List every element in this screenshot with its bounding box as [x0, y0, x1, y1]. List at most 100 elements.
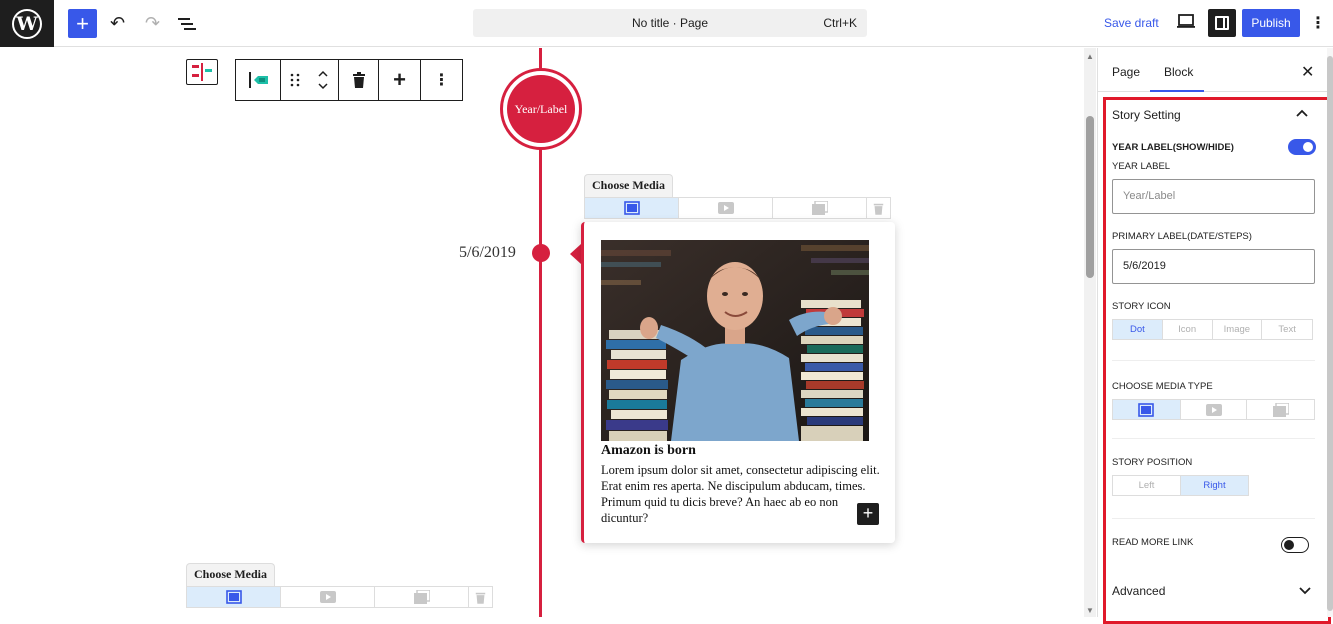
publish-button[interactable]: Publish [1242, 9, 1300, 37]
trash-icon [475, 592, 486, 604]
media-type-video[interactable] [1180, 400, 1248, 419]
scroll-down-icon[interactable]: ▼ [1085, 606, 1095, 615]
desktop-icon [1177, 14, 1195, 28]
move-controls [281, 60, 339, 100]
editor-header: W + ↶ ↷ No title · Page Ctrl+K Save draf… [0, 0, 1333, 47]
media-type-row [584, 197, 891, 219]
media-remove-button[interactable] [469, 587, 492, 607]
media-picker-title: Choose Media [186, 563, 275, 586]
sidebar-tabs: Page Block ✕ [1098, 48, 1333, 92]
active-tab-indicator [1150, 90, 1204, 92]
settings-sidebar: Page Block ✕ Story Setting YEAR LABEL(SH… [1097, 48, 1333, 624]
block-type-button[interactable] [186, 59, 218, 85]
list-view-icon [177, 17, 196, 30]
story-photo-illustration [601, 240, 869, 441]
preview-button[interactable] [1176, 11, 1198, 33]
chevron-up-icon[interactable] [1296, 109, 1308, 119]
scroll-up-icon[interactable]: ▲ [1085, 52, 1095, 61]
position-right[interactable]: Right [1181, 476, 1248, 495]
divider [1112, 360, 1315, 361]
block-options-button[interactable]: ⋮ [421, 60, 462, 100]
divider [1112, 518, 1315, 519]
story-icon-icon[interactable]: Icon [1162, 320, 1213, 339]
position-left[interactable]: Left [1113, 476, 1181, 495]
story-position-label: STORY POSITION [1112, 457, 1193, 468]
video-icon [319, 591, 336, 603]
media-type-gallery[interactable] [1247, 400, 1315, 419]
year-label-badge[interactable]: Year/Label [500, 68, 582, 150]
tab-block[interactable]: Block [1164, 65, 1193, 79]
panel-title[interactable]: Story Setting [1112, 108, 1181, 122]
media-gallery-option[interactable] [375, 587, 469, 607]
gallery-icon [811, 201, 828, 215]
drag-handle-icon[interactable] [290, 73, 300, 87]
trash-icon [873, 203, 884, 215]
media-video-option[interactable] [281, 587, 375, 607]
year-label-input[interactable]: Year/Label [1112, 179, 1315, 214]
divider [1112, 438, 1315, 439]
redo-button[interactable]: ↷ [138, 9, 167, 38]
add-inner-block-button[interactable]: + [857, 503, 879, 525]
tab-page[interactable]: Page [1112, 65, 1140, 79]
add-block-button[interactable]: + [68, 9, 97, 38]
move-up-down-icon[interactable] [317, 68, 329, 92]
document-overview-button[interactable] [172, 9, 201, 38]
story-icon-text[interactable]: Text [1262, 320, 1312, 339]
story-icon-options: Dot Icon Image Text [1112, 319, 1313, 340]
media-image-option[interactable] [187, 587, 281, 607]
undo-button[interactable]: ↶ [103, 9, 132, 38]
media-type-image[interactable] [1113, 400, 1181, 419]
gallery-icon [413, 590, 430, 604]
wordpress-logo[interactable]: W [0, 0, 54, 47]
close-icon[interactable]: ✕ [1301, 62, 1314, 82]
media-gallery-option[interactable] [773, 198, 867, 218]
canvas-scroll-thumb[interactable] [1086, 116, 1094, 278]
toggle-knob [1303, 142, 1313, 152]
image-icon [623, 201, 640, 215]
video-icon [717, 202, 734, 214]
story-dot-icon [532, 244, 550, 262]
story-icon-label: STORY ICON [1112, 301, 1171, 312]
year-label-toggle[interactable] [1288, 139, 1316, 155]
advanced-panel-toggle[interactable]: Advanced [1112, 584, 1165, 598]
read-more-toggle[interactable] [1281, 537, 1309, 553]
editor-canvas: + ⋮ Year/Label Choose Media 5/6/2019 Ama… [0, 48, 1096, 617]
year-label-field-label: YEAR LABEL [1112, 161, 1171, 172]
story-icon-dot[interactable]: Dot [1113, 320, 1163, 339]
document-title: No title · Page [631, 16, 709, 30]
delete-block-button[interactable] [339, 60, 379, 100]
story-description[interactable]: Lorem ipsum dolor sit amet, consectetur … [601, 462, 886, 526]
timeline-story-icon [249, 72, 268, 88]
story-icon-image[interactable]: Image [1212, 320, 1263, 339]
primary-label-field-label: PRIMARY LABEL(DATE/STEPS) [1112, 231, 1252, 242]
story-position-options: Left Right [1112, 475, 1249, 496]
story-card-arrow [570, 244, 581, 264]
story-image[interactable] [601, 240, 869, 441]
options-menu-button[interactable]: ⋮ [1310, 13, 1326, 33]
settings-toggle-button[interactable] [1208, 9, 1236, 37]
media-video-option[interactable] [679, 198, 773, 218]
media-remove-button[interactable] [867, 198, 890, 218]
story-title[interactable]: Amazon is born [601, 443, 696, 459]
image-icon [225, 590, 242, 604]
sidebar-scrollbar[interactable] [1327, 48, 1333, 617]
media-type-row [186, 586, 493, 608]
canvas-scrollbar[interactable]: ▲ ▼ [1084, 48, 1096, 617]
block-switcher[interactable] [236, 60, 281, 100]
primary-label-input[interactable]: 5/6/2019 [1112, 249, 1315, 284]
gallery-icon [1272, 402, 1289, 417]
command-palette-bar[interactable]: No title · Page Ctrl+K [473, 9, 867, 37]
save-draft-button[interactable]: Save draft [1104, 16, 1159, 30]
video-icon [1205, 403, 1222, 416]
chevron-down-icon[interactable] [1299, 585, 1311, 595]
toggle-knob [1284, 540, 1294, 550]
media-picker-lower: Choose Media [186, 563, 493, 608]
sidebar-scroll-thumb[interactable] [1327, 56, 1333, 611]
sidebar-icon [1215, 16, 1229, 30]
story-date-label[interactable]: 5/6/2019 [459, 244, 516, 262]
media-type-label: CHOOSE MEDIA TYPE [1112, 381, 1213, 392]
media-image-option[interactable] [585, 198, 679, 218]
year-label-text: Year/Label [507, 75, 575, 143]
block-toolbar: + ⋮ [235, 59, 463, 101]
insert-block-button[interactable]: + [379, 60, 421, 100]
